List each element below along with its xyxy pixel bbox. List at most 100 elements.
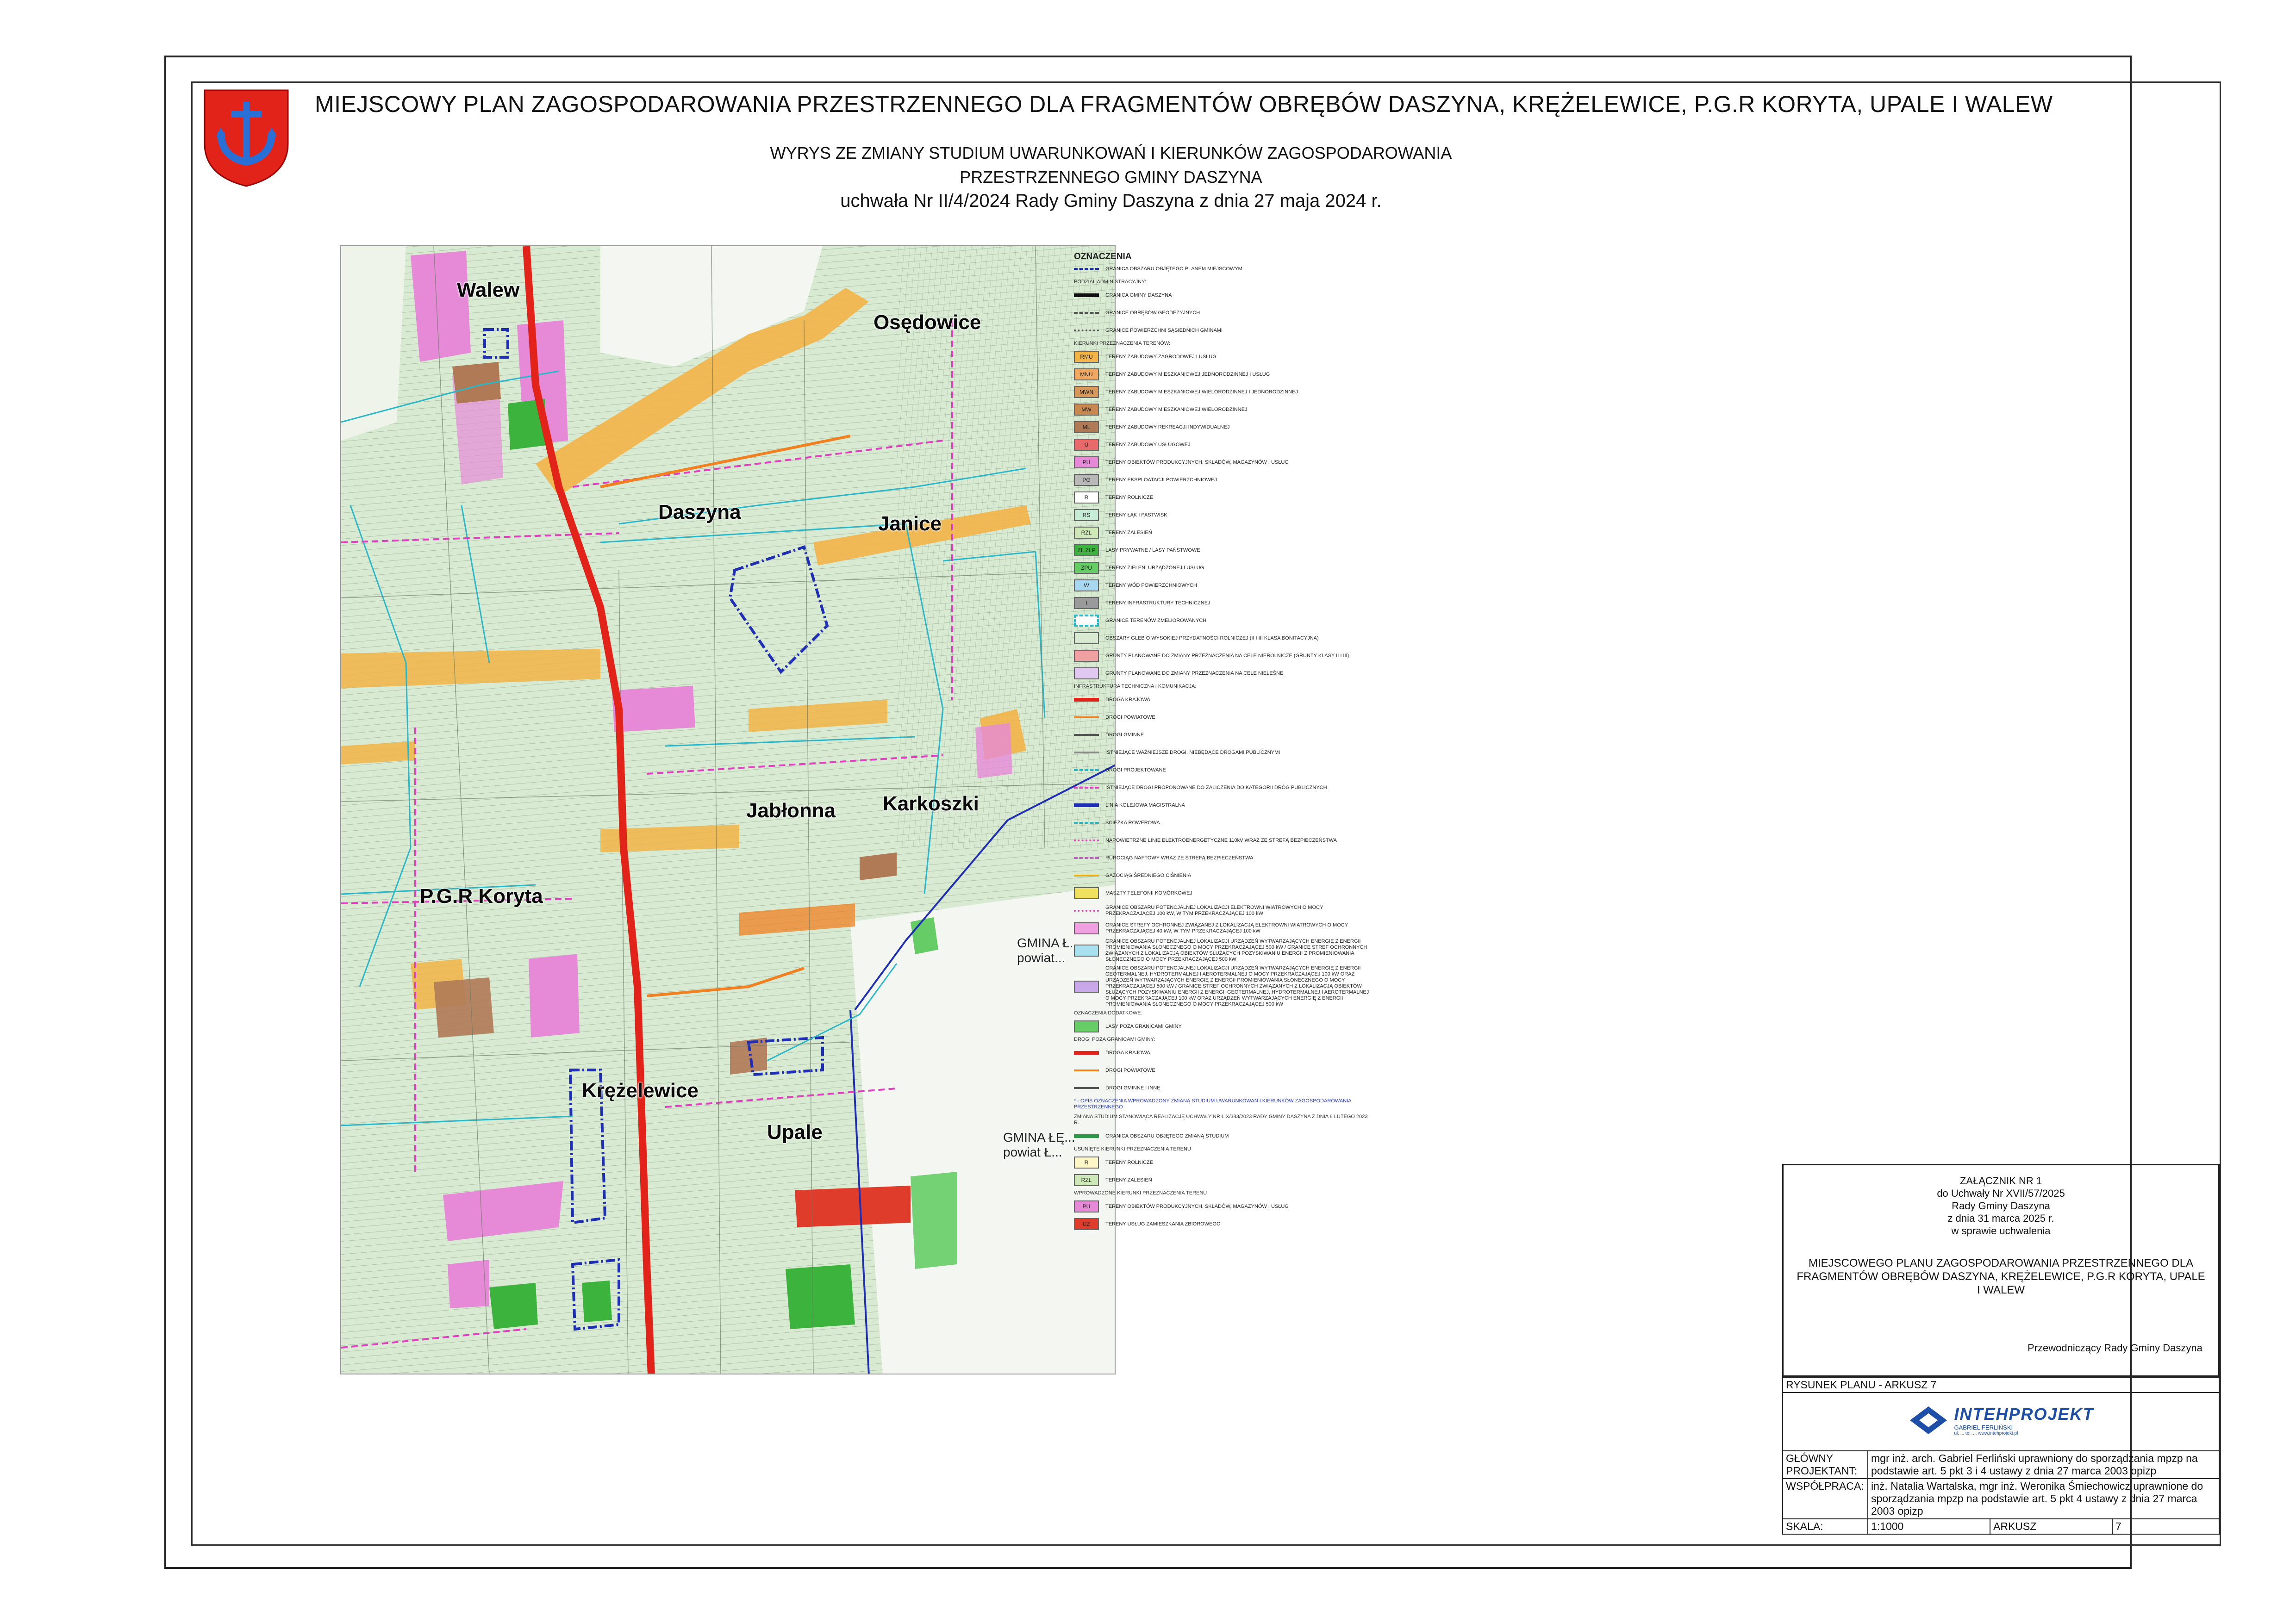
legend-item: DROGA KRAJOWA <box>1074 1045 1370 1060</box>
cooperation-label: WSPÓŁPRACA: <box>1782 1478 1868 1519</box>
legend-swatch: MW <box>1074 404 1099 416</box>
legend-label: MASZTY TELEFONII KOMÓRKOWEJ <box>1105 890 1192 896</box>
logo-name: INTEHPROJEKT <box>1954 1405 2094 1424</box>
legend-item: RUROCIĄG NAFTOWY WRAZ ZE STREFĄ BEZPIECZ… <box>1074 851 1370 865</box>
legend-label: GRANICE STREFY OCHRONNEJ ZWIĄZANEJ Z LOK… <box>1105 922 1348 934</box>
legend-item: GRANICA OBSZARU OBJĘTEGO ZMIANĄ STUDIUM <box>1074 1129 1370 1144</box>
legend-swatch <box>1074 268 1099 270</box>
legend-item: GRANICA GMINY DASZYNA <box>1074 288 1370 303</box>
legend-item: GRANICE OBRĘBÓW GEODEZYJNYCH <box>1074 305 1370 320</box>
legend-label: TERENY ZABUDOWY MIESZKANIOWEJ WIELORODZI… <box>1105 389 1298 395</box>
legend-item: LASY POZA GRANICAMI GMINY <box>1074 1019 1370 1034</box>
legend-swatch: R <box>1074 491 1099 504</box>
legend-swatch <box>1074 822 1099 824</box>
map-label-karkoszki: Karkoszki <box>883 792 979 815</box>
legend-label: OBSZARY GLEB O WYSOKIEJ PRZYDATNOŚCI ROL… <box>1105 635 1319 641</box>
legend-swatch <box>1074 293 1099 297</box>
legend-code: U <box>1084 441 1089 448</box>
legend-swatch <box>1074 632 1099 644</box>
legend-label: TERENY ZIELENI URZĄDZONEJ I USŁUG <box>1105 565 1204 571</box>
legend-code: RZL <box>1081 1176 1092 1183</box>
legend-item: GRANICE POWIERZCHNI SĄSIEDNICH GMINAMI <box>1074 323 1370 338</box>
legend-swatch <box>1074 1020 1099 1032</box>
legend-label: GRANICE OBRĘBÓW GEODEZYJNYCH <box>1105 310 1200 316</box>
coat-of-arms-icon <box>202 88 290 187</box>
map-label-pgr-koryta: P.G.R Koryta <box>420 885 543 908</box>
legend-swatch: ML <box>1074 421 1099 433</box>
sheet-label: RYSUNEK PLANU - ARKUSZ 7 <box>1782 1377 2220 1393</box>
legend-swatch: PG <box>1074 474 1099 486</box>
legend-code: ML <box>1082 423 1091 430</box>
legend-item: DROGI POWIATOWE <box>1074 1063 1370 1078</box>
map-label-krezelewice: Krężelewice <box>582 1079 699 1102</box>
legend-item: MW TERENY ZABUDOWY MIESZKANIOWEJ WIELOROD… <box>1074 402 1370 417</box>
legend-label: NAPOWIETRZNE LINIE ELEKTROENERGETYCZNE 1… <box>1105 837 1337 843</box>
logo-icon <box>1910 1406 1947 1434</box>
legend-item: DROGI GMINNE <box>1074 728 1370 742</box>
legend-swatch: RZL <box>1074 1174 1099 1186</box>
legend-label: ISTNIEJĄCE DROGI PROPONOWANE DO ZALICZEN… <box>1105 784 1327 790</box>
legend-item: GRANICE STREFY OCHRONNEJ ZWIĄZANEJ Z LOK… <box>1074 921 1370 936</box>
legend-item: LINIA KOLEJOWA MAGISTRALNA <box>1074 798 1370 813</box>
legend-swatch <box>1074 330 1099 331</box>
legend-code: I <box>1086 599 1087 606</box>
legend-item: DROGA KRAJOWA <box>1074 692 1370 707</box>
legend-section-heading: OZNACZENIA DODATKOWE: <box>1074 1010 1142 1016</box>
legend-label: TERENY EKSPLOATACJI POWIERZCHNIOWEJ <box>1105 477 1217 483</box>
legend-item: NAPOWIETRZNE LINIE ELEKTROENERGETYCZNE 1… <box>1074 833 1370 848</box>
legend-label: TERENY ZABUDOWY REKREACJI INDYWIDUALNEJ <box>1105 424 1230 430</box>
scale-value: 1:1000 <box>1867 1518 1990 1535</box>
legend-item: RZL TERENY ZALESIEŃ <box>1074 525 1370 540</box>
legend-item: PG TERENY EKSPLOATACJI POWIERZCHNIOWEJ <box>1074 473 1370 487</box>
legend-swatch <box>1074 910 1099 912</box>
map-label-jablonna: Jabłonna <box>746 799 836 822</box>
legend-item: GAZOCIĄG ŚREDNIEGO CIŚNIENIA <box>1074 868 1370 883</box>
legend-item: U TERENY ZABUDOWY USŁUGOWEJ <box>1074 437 1370 452</box>
main-designer-label: GŁÓWNY PROJEKTANT: <box>1782 1450 1868 1479</box>
legend-item: RZL TERENY ZALESIEŃ <box>1074 1173 1370 1188</box>
legend-section-heading: WPROWADZONE KIERUNKI PRZEZNACZENIA TEREN… <box>1074 1190 1207 1196</box>
legend-code: PU <box>1082 1203 1091 1210</box>
legend-swatch <box>1074 1134 1099 1138</box>
legend-label: GRANICA OBSZARU OBJĘTEGO PLANEM MIEJSCOW… <box>1105 266 1242 272</box>
map-label-daszyna: Daszyna <box>658 501 741 523</box>
subtitle-resolution: uchwała Nr II/4/2024 Rady Gminy Daszyna … <box>840 191 1382 211</box>
legend-label: GRUNTY PLANOWANE DO ZMIANY PRZEZNACZENIA… <box>1105 670 1284 676</box>
legend-label: LASY PRYWATNE / LASY PAŃSTWOWE <box>1105 547 1200 553</box>
legend-swatch <box>1074 716 1099 718</box>
legend-label: TERENY ZABUDOWY MIESZKANIOWEJ JEDNORODZI… <box>1105 371 1270 377</box>
legend-label: DROGI POWIATOWE <box>1105 1067 1155 1073</box>
legend-swatch: W <box>1074 579 1099 591</box>
main-title: MIEJSCOWY PLAN ZAGOSPODAROWANIA PRZESTRZ… <box>315 91 2053 117</box>
title-block-table: RYSUNEK PLANU - ARKUSZ 7 INTEHPROJEKT GA… <box>1782 1377 2220 1535</box>
legend-code: RMU <box>1080 353 1093 360</box>
legend-swatch: RS <box>1074 509 1099 521</box>
council-chair-label: Przewodniczący Rady Gminy Daszyna <box>2028 1342 2202 1354</box>
legend-section-heading: DROGI POZA GRANICAMI GMINY: <box>1074 1037 1155 1042</box>
legend-swatch <box>1074 857 1099 859</box>
legend-swatch: I <box>1074 597 1099 609</box>
legend-label: GRANICE TERENÓW ZMELIOROWANYCH <box>1105 617 1207 623</box>
legend-swatch <box>1074 667 1099 679</box>
legend-item: GRANICE TERENÓW ZMELIOROWANYCH <box>1074 613 1370 628</box>
land-use-map: Walew Osędowice Daszyna Janice Jabłonna … <box>340 245 1116 1374</box>
legend-label: TERENY WÓD POWIERZCHNIOWYCH <box>1105 582 1197 588</box>
legend-item: ZL ZLP LASY PRYWATNE / LASY PAŃSTWOWE <box>1074 543 1370 558</box>
legend-label: DROGI GMINNE I INNE <box>1105 1085 1160 1091</box>
legend-swatch: ZL ZLP <box>1074 544 1099 556</box>
legend-item: W TERENY WÓD POWIERZCHNIOWYCH <box>1074 578 1370 593</box>
legend-label: TERENY ZALESIEŃ <box>1105 1177 1152 1183</box>
legend-section-heading: INFRASTRUKTURA TECHNICZNA I KOMUNIKACJA: <box>1074 684 1197 689</box>
legend-item: DROGI PROJEKTOWANE <box>1074 763 1370 777</box>
legend-label: ŚCIEŻKA ROWEROWA <box>1105 820 1160 826</box>
legend-swatch: RZL <box>1074 527 1099 539</box>
legend-item: GRANICE OBSZARU POTENCJALNEJ LOKALIZACJI… <box>1074 965 1370 1007</box>
legend-item: ZPU TERENY ZIELENI URZĄDZONEJ I USŁUG <box>1074 560 1370 575</box>
logo-subtitle: GABRIEL FERLIŃSKI <box>1954 1424 2013 1431</box>
legend-item: GRUNTY PLANOWANE DO ZMIANY PRZEZNACZENIA… <box>1074 666 1370 681</box>
legend-code: RZL <box>1081 529 1092 536</box>
legend-label: TERENY INFRASTRUKTURY TECHNICZNEJ <box>1105 600 1210 606</box>
legend-code: MW <box>1081 406 1092 413</box>
legend-item: OBSZARY GLEB O WYSOKIEJ PRZYDATNOŚCI ROL… <box>1074 631 1370 646</box>
scale-label: SKALA: <box>1782 1518 1868 1535</box>
